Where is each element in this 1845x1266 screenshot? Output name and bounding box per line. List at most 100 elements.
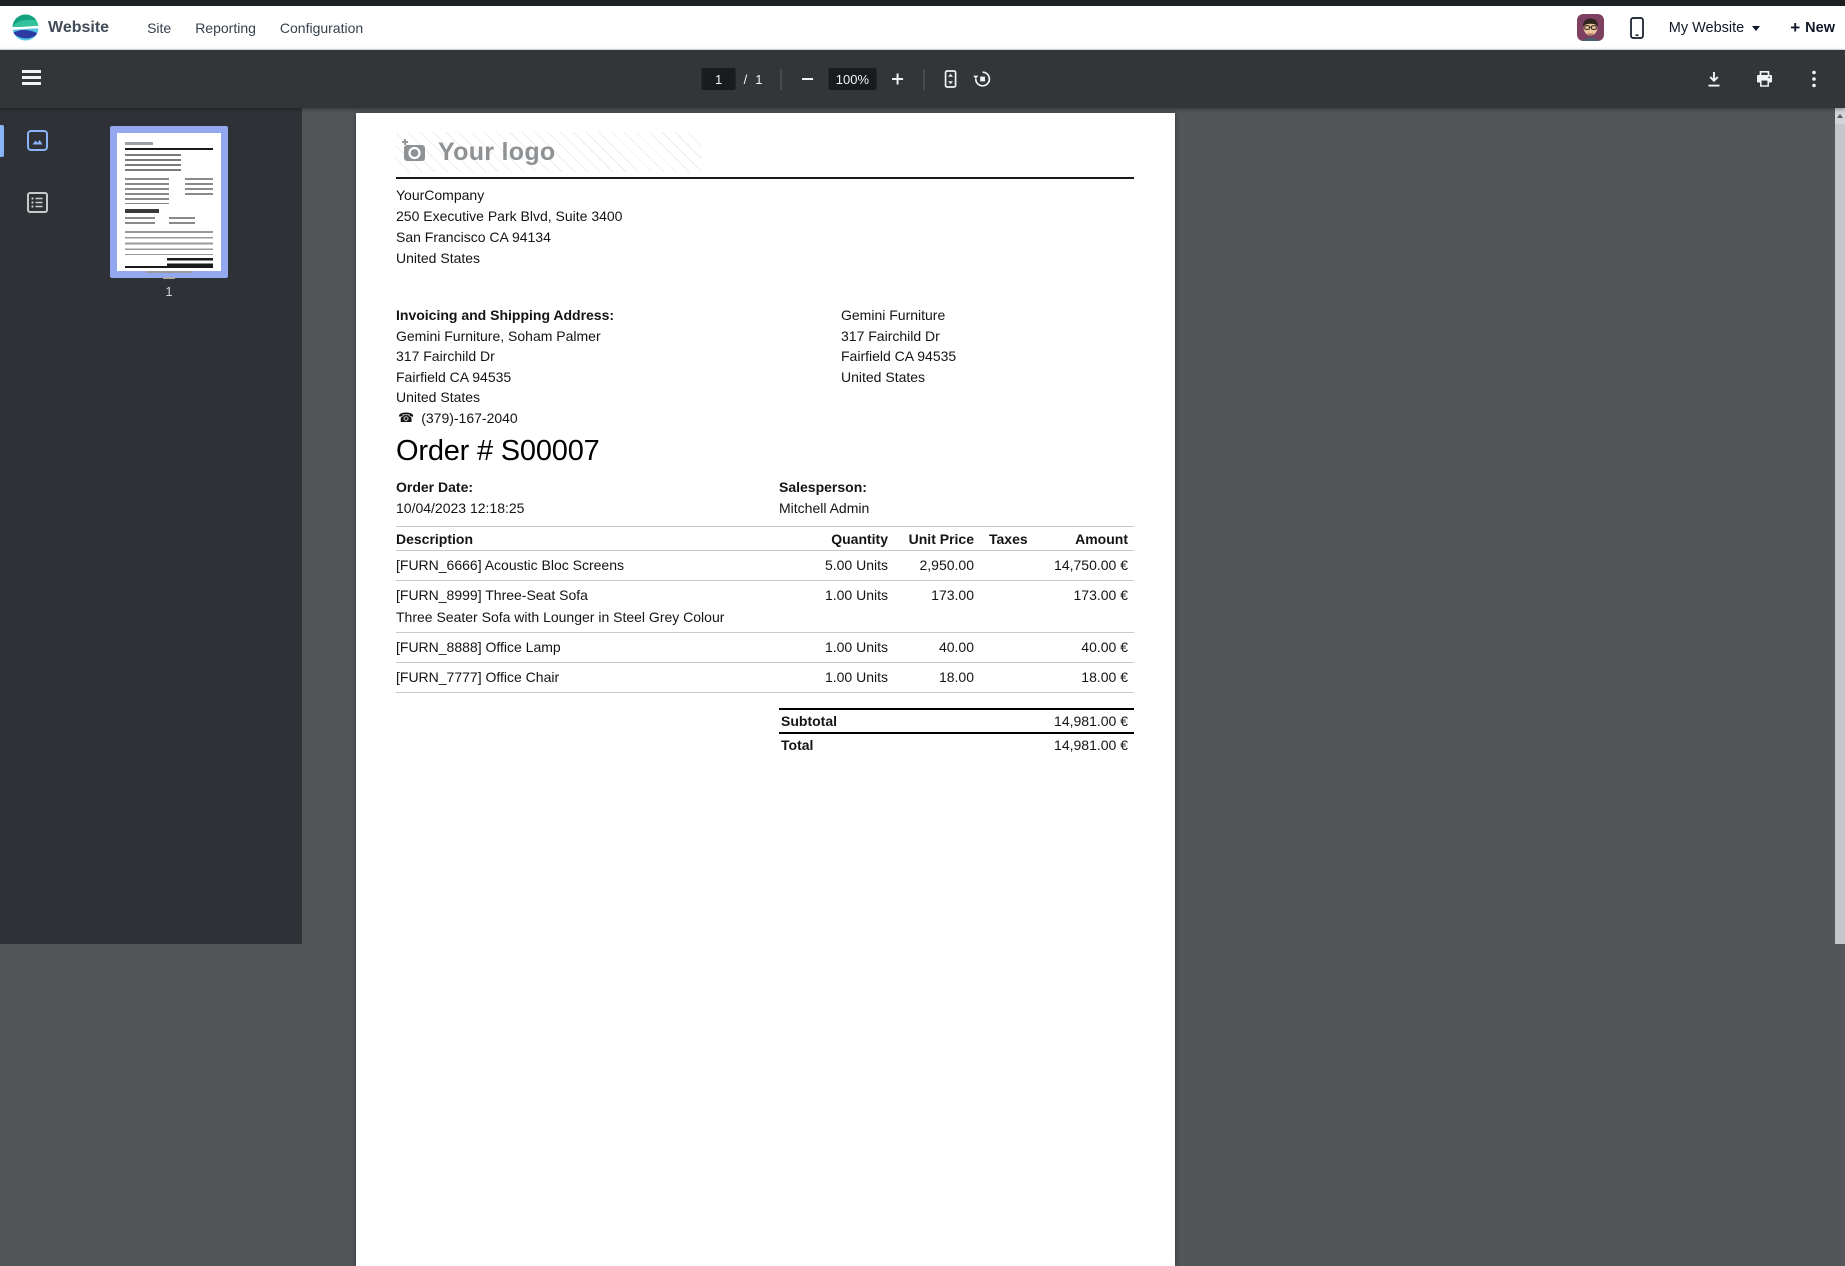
order-date-label: Order Date:	[396, 477, 779, 498]
product-note: Three Seater Sofa with Lounger in Steel …	[396, 609, 816, 625]
more-vert-icon	[1811, 70, 1817, 88]
outline-view-button[interactable]	[25, 190, 49, 214]
phone-number: (379)-167-2040	[421, 408, 518, 429]
thumb-mini-footer-text	[146, 271, 192, 273]
vertical-scrollbar[interactable]	[1835, 108, 1845, 944]
phone-line: ☎ (379)-167-2040	[396, 408, 841, 429]
menu-item-reporting[interactable]: Reporting	[195, 20, 256, 36]
total-row: Total 14,981.00 €	[779, 732, 1134, 756]
navbar-menus: Site Reporting Configuration	[135, 20, 375, 36]
company-street: 250 Executive Park Blvd, Suite 3400	[396, 206, 1134, 227]
invoicing-country: United States	[396, 387, 841, 408]
odoo-navbar: Website SiteReportingConfiguration M	[0, 6, 1845, 50]
thumbnail-view-button[interactable]	[25, 128, 49, 152]
cell-description: [FURN_8888] Office Lamp	[396, 639, 816, 655]
cell-taxes	[974, 639, 1030, 655]
image-icon	[26, 129, 49, 152]
zoom-in-button[interactable]	[884, 66, 910, 92]
order-date-block: Order Date: 10/04/2023 12:18:25	[396, 477, 779, 519]
toolbar-divider	[780, 69, 781, 90]
invoicing-contact: Gemini Furniture, Soham Palmer	[396, 326, 841, 347]
new-content-button[interactable]: + New	[1790, 19, 1835, 36]
header-rule	[396, 177, 1134, 179]
delivery-name: Gemini Furniture	[841, 305, 956, 326]
pdf-menu-button[interactable]	[20, 67, 44, 91]
fit-to-page-button[interactable]	[937, 66, 963, 92]
cell-taxes	[974, 557, 1030, 573]
document-page: Your logo YourCompany 250 Executive Park…	[356, 113, 1175, 1266]
website-app-home[interactable]: Website	[12, 14, 135, 41]
pdf-canvas: Your logo YourCompany 250 Executive Park…	[302, 108, 1835, 944]
pdf-viewer-toolbar: 1 / 1 100%	[0, 50, 1845, 108]
screen: { "topbar": { "app_name": "Website", "me…	[0, 0, 1845, 944]
cell-quantity: 1.00 Units	[816, 587, 888, 625]
logo-placeholder-text: Your logo	[438, 138, 556, 167]
cell-quantity: 1.00 Units	[816, 639, 888, 655]
more-options-button[interactable]	[1801, 66, 1827, 92]
menu-item-configuration[interactable]: Configuration	[280, 20, 363, 36]
new-button-label: New	[1805, 20, 1835, 36]
total-label: Total	[781, 737, 813, 753]
order-title: Order # S00007	[396, 435, 1134, 468]
zoom-out-button[interactable]	[794, 66, 820, 92]
cell-unit-price: 40.00	[888, 639, 974, 655]
cell-quantity: 1.00 Units	[816, 669, 888, 685]
page-separator: /	[744, 72, 748, 87]
cell-amount: 18.00 €	[1030, 669, 1134, 685]
salesperson-value: Mitchell Admin	[779, 498, 869, 519]
company-country: United States	[396, 248, 1134, 269]
order-date-value: 10/04/2023 12:18:25	[396, 498, 779, 519]
invoicing-city: Fairfield CA 94535	[396, 367, 841, 388]
navbar-left: Website Site Reporting Configuration	[12, 14, 375, 41]
cell-unit-price: 2,950.00	[888, 557, 974, 573]
phone-icon: ☎	[398, 408, 414, 429]
website-switcher-label: My Website	[1669, 20, 1744, 36]
product-description: [FURN_8888] Office Lamp	[396, 639, 816, 655]
table-row: [FURN_7777] Office Chair 1.00 Units 18.0…	[396, 663, 1134, 693]
header-taxes: Taxes	[974, 531, 1030, 547]
pdf-toolbar-center: 1 / 1 100%	[702, 50, 999, 108]
product-description: [FURN_8999] Three-Seat Sofa	[396, 587, 816, 603]
user-avatar[interactable]	[1577, 14, 1604, 41]
header-unit-price: Unit Price	[888, 531, 974, 547]
cell-amount: 173.00 €	[1030, 587, 1134, 625]
minus-icon	[799, 71, 815, 87]
pdf-toolbar-right	[1677, 50, 1827, 108]
header-amount: Amount	[1030, 531, 1134, 547]
addresses-section: Invoicing and Shipping Address: Gemini F…	[396, 305, 1134, 428]
table-row: [FURN_6666] Acoustic Bloc Screens 5.00 U…	[396, 551, 1134, 581]
cell-taxes	[974, 587, 1030, 625]
salesperson-block: Salesperson: Mitchell Admin	[779, 477, 869, 519]
delivery-country: United States	[841, 367, 956, 388]
pdf-viewer-body: 1 Your logo YourCompany 250 Executive Pa…	[0, 108, 1845, 944]
rotate-button[interactable]	[969, 66, 995, 92]
page-thumbnail-preview	[117, 133, 221, 271]
scroll-up-button[interactable]	[1835, 108, 1845, 124]
thumb-mini-rule	[125, 148, 213, 150]
table-header-row: Description Quantity Unit Price Taxes Am…	[396, 526, 1134, 551]
website-switcher[interactable]: My Website	[1669, 20, 1760, 36]
cell-description: [FURN_6666] Acoustic Bloc Screens	[396, 557, 816, 573]
mobile-preview-button[interactable]	[1630, 17, 1644, 39]
rotate-ccw-icon	[972, 69, 992, 89]
print-button[interactable]	[1751, 66, 1777, 92]
page-number-input[interactable]: 1	[702, 68, 736, 90]
page-thumbnail[interactable]	[110, 126, 228, 278]
cell-taxes	[974, 669, 1030, 685]
pdf-sidebar: 1	[0, 108, 302, 944]
cell-description: [FURN_8999] Three-Seat Sofa Three Seater…	[396, 587, 816, 625]
cell-unit-price: 173.00	[888, 587, 974, 625]
order-info-section: Order Date: 10/04/2023 12:18:25 Salesper…	[396, 477, 1134, 519]
download-button[interactable]	[1701, 66, 1727, 92]
cell-description: [FURN_7777] Office Chair	[396, 669, 816, 685]
mobile-phone-icon	[1630, 17, 1644, 39]
plus-icon	[889, 71, 905, 87]
company-logo-placeholder: Your logo	[396, 132, 701, 172]
printer-icon	[1755, 70, 1774, 88]
cell-amount: 14,750.00 €	[1030, 557, 1134, 573]
menu-item-site[interactable]: Site	[147, 20, 171, 36]
delivery-city: Fairfield CA 94535	[841, 346, 956, 367]
delivery-street: 317 Fairchild Dr	[841, 326, 956, 347]
table-row: [FURN_8888] Office Lamp 1.00 Units 40.00…	[396, 633, 1134, 663]
thumb-mini-logo	[125, 142, 153, 145]
